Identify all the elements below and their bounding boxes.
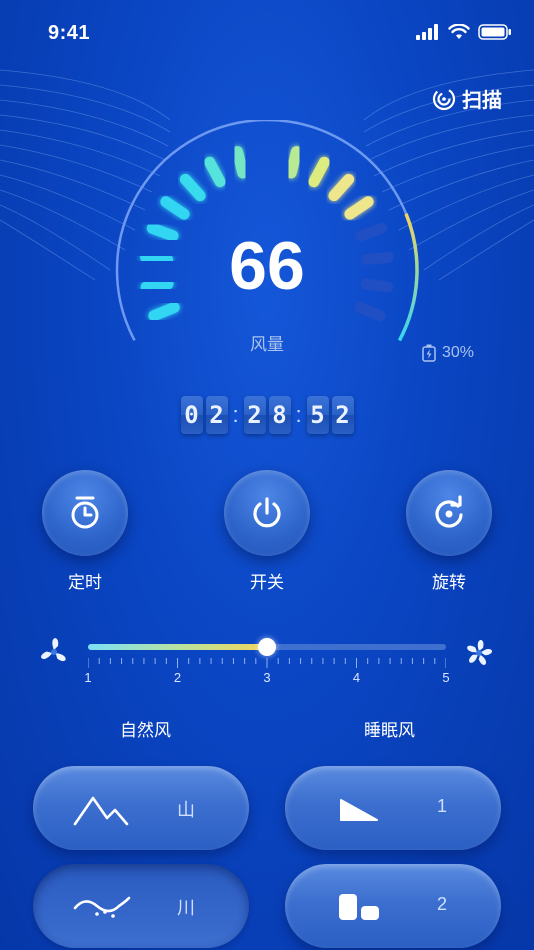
- wedge-icon: [340, 799, 378, 821]
- timer-digit: 2: [205, 396, 228, 434]
- battery-status-icon: [478, 24, 511, 40]
- timer-button[interactable]: [42, 470, 128, 556]
- mode-mountain-button[interactable]: 山: [33, 766, 249, 850]
- timer-digit: 2: [243, 396, 266, 434]
- scan-icon: [432, 87, 456, 110]
- status-bar: 9:41: [0, 0, 534, 66]
- mode-river-button[interactable]: 川: [33, 864, 249, 948]
- gauge-tick: [285, 146, 303, 179]
- scan-label: 扫描: [462, 90, 502, 112]
- battery-indicator: 30%: [422, 344, 474, 362]
- timer-digit: 5: [306, 396, 329, 434]
- timer-digit: 2: [331, 396, 354, 434]
- power-label: 开关: [250, 573, 284, 592]
- status-icons: [416, 24, 512, 40]
- gauge-tick: [328, 173, 355, 202]
- rotate-control: 旋转: [404, 470, 494, 593]
- slider-fill: [88, 644, 267, 650]
- sleep-wind-title: 睡眠风: [364, 721, 415, 740]
- gauge-tick: [354, 301, 386, 322]
- gauge-tick: [308, 156, 330, 188]
- slider-ticks: [88, 658, 446, 668]
- blocks-icon: [339, 894, 379, 920]
- gauge-tick: [179, 173, 206, 202]
- battery-charging-icon: [422, 344, 436, 362]
- mode-sleep-1-label: 1: [436, 796, 447, 816]
- mode-sleep-1-button[interactable]: 1: [285, 766, 501, 850]
- gauge-tick: [344, 196, 374, 220]
- timer-label: 定时: [68, 573, 102, 592]
- tick-label: 5: [442, 670, 450, 685]
- rotate-label: 旋转: [432, 573, 466, 592]
- gauge-tick: [204, 156, 226, 188]
- mountain-icon: [73, 796, 129, 826]
- power-icon: [253, 497, 281, 528]
- timer-digit: 0: [180, 396, 203, 434]
- gauge-tick: [231, 146, 249, 179]
- slider-tick-labels: 1 2 3 4 5: [84, 670, 450, 686]
- timer-digit: 8: [268, 396, 291, 434]
- status-time: 9:41: [48, 22, 91, 44]
- rotate-icon: [435, 495, 463, 528]
- natural-wind-title: 自然风: [120, 721, 171, 740]
- gauge-tick: [160, 196, 190, 220]
- tick-label: 4: [352, 670, 361, 685]
- wind-speed-value: 66: [229, 228, 305, 304]
- scan-button[interactable]: 扫描: [432, 84, 502, 113]
- gauge-tick: [148, 301, 180, 322]
- mode-sleep-2-label: 2: [436, 894, 447, 914]
- river-icon: [73, 896, 131, 918]
- power-control: 开关: [222, 470, 312, 593]
- countdown-timer: 0 2 : 2 8 : 5 2: [0, 396, 534, 434]
- battery-percent: 30%: [442, 344, 475, 361]
- rotate-button[interactable]: [406, 470, 492, 556]
- mode-sleep-2-button[interactable]: 2: [285, 864, 501, 948]
- timer-icon: [71, 496, 99, 529]
- wind-level-slider: 1 2 3 4 5: [0, 628, 534, 698]
- slider-track[interactable]: [88, 638, 446, 656]
- tick-label: 2: [173, 670, 182, 685]
- signal-icon: [416, 24, 438, 40]
- timer-control: 定时: [40, 470, 130, 593]
- fan-low-icon: [41, 638, 66, 662]
- wifi-icon: [448, 24, 470, 39]
- slider-thumb[interactable]: [258, 638, 276, 656]
- tick-label: 1: [84, 670, 92, 685]
- mode-mountain-label: 山: [177, 800, 195, 820]
- fan-high-icon: [467, 640, 492, 665]
- tick-label: 3: [263, 670, 271, 685]
- power-button[interactable]: [224, 470, 310, 556]
- mode-river-label: 川: [177, 898, 195, 918]
